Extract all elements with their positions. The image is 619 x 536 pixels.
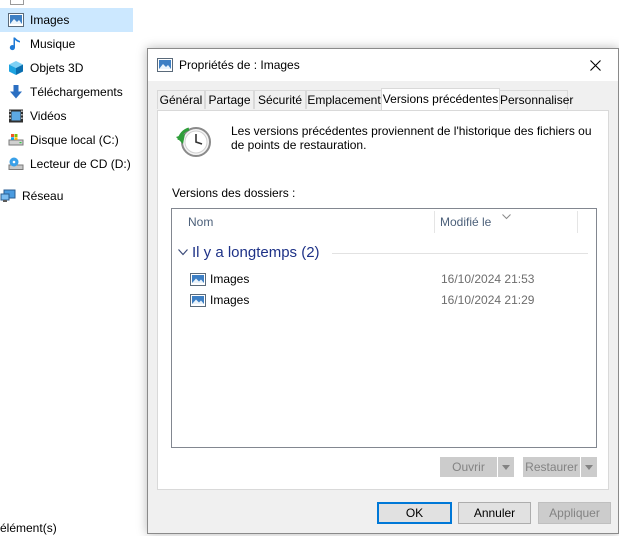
downloads-icon <box>8 84 24 100</box>
ok-button[interactable]: OK <box>377 502 452 524</box>
sidebar-item-cd-drive[interactable]: Lecteur de CD (D:) C <box>0 152 133 176</box>
partial-nav-icon <box>10 0 24 5</box>
videos-icon <box>8 108 24 124</box>
previous-versions-panel: Les versions précédentes proviennent de … <box>157 110 609 490</box>
description-text: Les versions précédentes proviennent de … <box>231 124 592 152</box>
chevron-down-icon <box>502 464 510 470</box>
open-button[interactable]: Ouvrir <box>440 457 497 477</box>
column-header-name[interactable]: Nom <box>188 209 213 235</box>
sidebar-item-music[interactable]: Musique <box>0 32 133 56</box>
item-name: Images <box>210 272 250 286</box>
sidebar-item-label: Musique <box>30 37 76 51</box>
dialog-title: Propriétés de : Images <box>179 58 300 72</box>
music-icon <box>8 36 24 52</box>
list-item[interactable]: Images 16/10/2024 21:53 <box>190 269 590 289</box>
group-label: Il y a longtemps (2) <box>192 243 320 261</box>
properties-dialog: Propriétés de : Images Général Partage S… <box>147 48 619 534</box>
group-divider <box>332 253 588 254</box>
close-icon <box>589 59 601 71</box>
column-separator[interactable] <box>434 211 435 233</box>
open-split-button[interactable]: Ouvrir <box>440 457 514 477</box>
images-folder-icon <box>190 293 206 307</box>
sidebar-item-label: Réseau <box>22 189 64 203</box>
sidebar-item-label: Téléchargements <box>30 85 123 99</box>
sidebar-item-label: Lecteur de CD (D:) C <box>30 157 133 171</box>
images-folder-icon <box>157 58 173 72</box>
sidebar-item-label: Objets 3D <box>30 61 84 75</box>
sidebar-item-network[interactable]: Réseau <box>0 184 133 208</box>
folder-versions-label: Versions des dossiers : <box>172 186 296 200</box>
sort-chevron-icon <box>502 209 511 223</box>
item-date: 16/10/2024 21:29 <box>441 293 535 307</box>
network-icon <box>0 188 16 204</box>
sidebar-item-label: Images <box>30 13 70 27</box>
tab-security[interactable]: Sécurité <box>254 90 306 109</box>
apply-button[interactable]: Appliquer <box>538 502 611 524</box>
status-bar-text: élément(s) <box>0 521 57 535</box>
tab-customize[interactable]: Personnaliser <box>499 90 573 109</box>
versions-list[interactable]: Nom Modifié le Il y a longtemps (2) Imag… <box>171 208 597 448</box>
sidebar-item-videos[interactable]: Vidéos <box>0 104 133 128</box>
sidebar-item-objects-3d[interactable]: Objets 3D <box>0 56 133 80</box>
local-disk-icon <box>8 132 24 148</box>
open-dropdown-button[interactable] <box>498 457 514 477</box>
sidebar-item-label: Vidéos <box>30 109 67 123</box>
sidebar-item-images[interactable]: Images <box>0 8 133 32</box>
sidebar-item-label: Disque local (C:) <box>30 133 119 147</box>
dialog-titlebar[interactable]: Propriétés de : Images <box>148 49 618 81</box>
cancel-button[interactable]: Annuler <box>458 502 531 524</box>
tab-location[interactable]: Emplacement <box>306 90 382 109</box>
restore-button[interactable]: Restaurer <box>523 457 580 477</box>
sidebar-item-downloads[interactable]: Téléchargements <box>0 80 133 104</box>
tab-general[interactable]: Général <box>157 90 205 109</box>
group-header[interactable]: Il y a longtemps (2) <box>178 242 320 262</box>
chevron-down-icon <box>178 248 188 255</box>
item-date: 16/10/2024 21:53 <box>441 272 535 286</box>
chevron-down-icon <box>585 464 593 470</box>
tab-sharing[interactable]: Partage <box>205 90 254 109</box>
restore-dropdown-button[interactable] <box>581 457 597 477</box>
cd-drive-icon <box>8 156 24 172</box>
item-name: Images <box>210 293 250 307</box>
column-header-modified[interactable]: Modifié le <box>440 209 491 235</box>
images-icon <box>8 12 24 28</box>
close-button[interactable] <box>572 49 618 81</box>
tab-previous-versions[interactable]: Versions précédentes <box>381 88 500 110</box>
navigation-pane: Images Musique Objets 3D Téléchargements… <box>0 0 133 536</box>
images-folder-icon <box>190 272 206 286</box>
column-separator[interactable] <box>577 211 578 233</box>
restore-split-button[interactable]: Restaurer <box>523 457 597 477</box>
restore-clock-icon <box>176 123 214 161</box>
list-item[interactable]: Images 16/10/2024 21:29 <box>190 290 590 310</box>
objects-3d-icon <box>8 60 24 76</box>
sidebar-item-local-disk[interactable]: Disque local (C:) <box>0 128 133 152</box>
